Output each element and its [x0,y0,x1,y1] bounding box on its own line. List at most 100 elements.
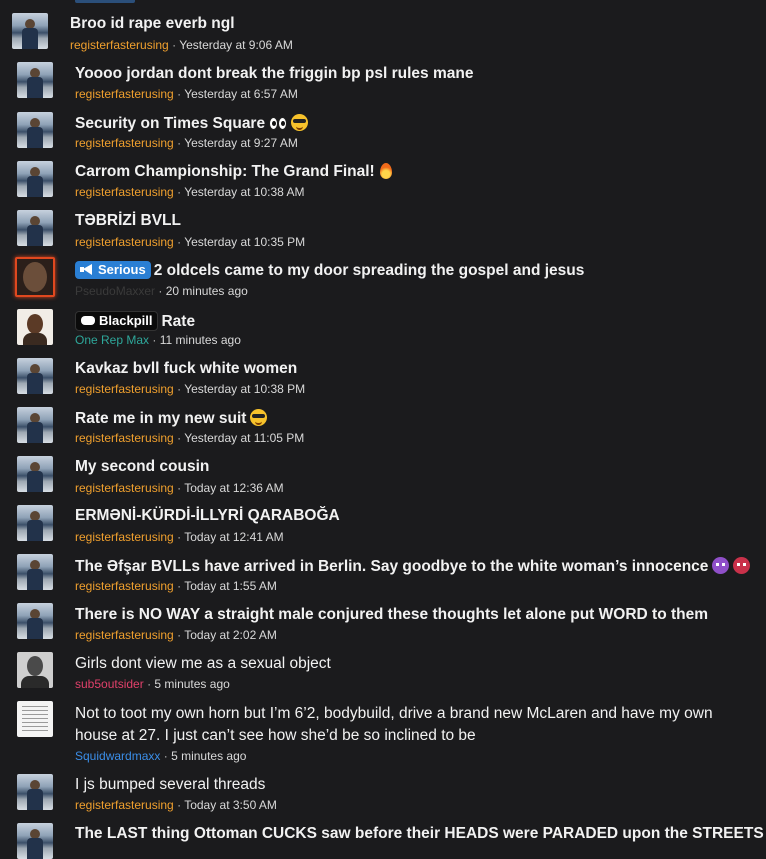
thread-title[interactable]: The LAST thing Ottoman CUCKS saw before … [75,825,764,843]
thread-title-wrap[interactable]: Security on Times Square [75,114,309,133]
separator: · [177,530,182,544]
eyes-emoji-icon [269,116,288,130]
thread-title-wrap[interactable]: Blackpill Rate [75,311,195,331]
thread-title-wrap[interactable]: The Əfşar BVLLs have arrived in Berlin. … [75,557,751,576]
thread-author[interactable]: registerfasterusing [75,382,174,396]
thread-time[interactable]: 5 minutes ago [154,677,229,691]
thread-meta: registerfasterusing · Today at 12:36 AM [75,481,284,495]
separator: · [177,431,182,445]
thread-title[interactable]: 2 oldcels came to my door spreading the … [154,262,585,279]
avatar[interactable] [17,505,53,541]
thread-time[interactable]: Today at 1:55 AM [184,579,277,593]
thread-title[interactable]: ERMƏNİ-KÜRDİ-İLLYRİ QARABOĞA [75,507,340,525]
thread-time[interactable]: Yesterday at 10:38 AM [184,185,304,199]
thread-author[interactable]: registerfasterusing [75,87,174,101]
thread-title[interactable]: Broo id rape everb ngl [70,15,235,33]
megaphone-icon [80,264,94,275]
thread-title[interactable]: Not to toot my own horn but I’m 6’2, bod… [75,703,755,747]
thread-author[interactable]: registerfasterusing [75,798,174,812]
thread-time[interactable]: 11 minutes ago [160,333,241,347]
sunglasses-emoji-icon [250,409,268,426]
avatar[interactable] [17,407,53,443]
thread-time[interactable]: Yesterday at 10:38 PM [184,382,305,396]
sunglasses-emoji-icon [291,114,309,131]
avatar[interactable] [12,13,48,49]
thread-title[interactable]: Kavkaz bvll fuck white women [75,360,297,378]
thread-title[interactable]: Girls dont view me as a sexual object [75,655,331,673]
avatar[interactable] [17,823,53,859]
thread-time[interactable]: Yesterday at 9:06 AM [179,38,293,52]
thread-title[interactable]: There is NO WAY a straight male conjured… [75,606,708,624]
separator: · [158,284,163,298]
avatar[interactable] [17,603,53,639]
avatar[interactable] [17,309,53,345]
thread-title-wrap[interactable]: Carrom Championship: The Grand Final! [75,163,392,181]
thread-author[interactable]: registerfasterusing [75,628,174,642]
thread-title-wrap[interactable]: Rate me in my new suit [75,409,268,428]
separator: · [177,628,182,642]
thread-meta: PseudoMaxxer · 20 minutes ago [75,284,248,298]
separator: · [177,382,182,396]
thread-meta: Squidwardmaxx · 5 minutes ago [75,749,246,763]
thread-title[interactable]: Rate [161,313,195,330]
thread-author[interactable]: registerfasterusing [75,579,174,593]
thread-title[interactable]: My second cousin [75,458,209,476]
thread-time[interactable]: Today at 12:41 AM [184,530,283,544]
avatar[interactable] [17,358,53,394]
thread-time[interactable]: Today at 12:36 AM [184,481,283,495]
avatar[interactable] [17,161,53,197]
thread-author[interactable]: registerfasterusing [75,235,174,249]
thread-time[interactable]: Yesterday at 11:05 PM [184,431,304,445]
thread-time[interactable]: 20 minutes ago [166,284,248,298]
thread-time[interactable]: Yesterday at 9:27 AM [184,136,298,150]
thread-author[interactable]: One Rep Max [75,333,149,347]
thread-author[interactable]: Squidwardmaxx [75,749,160,763]
thread-time[interactable]: 5 minutes ago [171,749,246,763]
thread-time[interactable]: Today at 3:50 AM [184,798,277,812]
thread-author[interactable]: registerfasterusing [70,38,169,52]
thread-title[interactable]: Security on Times Square [75,115,265,132]
thread-author[interactable]: registerfasterusing [75,136,174,150]
thread-time[interactable]: Today at 2:02 AM [184,628,277,642]
avatar[interactable] [17,701,53,737]
thread-author[interactable]: registerfasterusing [75,431,174,445]
prefix-badge-blackpill[interactable]: Blackpill [75,311,159,331]
gamepad-icon [81,316,95,325]
thread-title-wrap[interactable]: Serious 2 oldcels came to my door spreadi… [75,261,584,280]
separator: · [152,333,157,347]
avatar[interactable] [17,456,53,492]
separator: · [177,481,182,495]
thread-title[interactable]: Carrom Championship: The Grand Final! [75,163,375,180]
thread-time[interactable]: Yesterday at 10:35 PM [184,235,305,249]
avatar[interactable] [17,210,53,246]
separator: · [177,136,182,150]
thread-author[interactable]: registerfasterusing [75,530,174,544]
thread-title[interactable]: TƏBRİZİ BVLL [75,212,181,230]
thread-title[interactable]: Yoooo jordan dont break the friggin bp p… [75,65,473,83]
thread-title[interactable]: Rate me in my new suit [75,410,246,427]
thread-title[interactable]: I js bumped several threads [75,776,265,794]
thread-author[interactable]: registerfasterusing [75,481,174,495]
thread-author[interactable]: PseudoMaxxer [75,284,155,298]
thread-title[interactable]: The Əfşar BVLLs have arrived in Berlin. … [75,558,708,575]
avatar[interactable] [17,554,53,590]
thread-meta: sub5outsider · 5 minutes ago [75,677,230,691]
avatar[interactable] [15,257,55,297]
thread-meta: One Rep Max · 11 minutes ago [75,333,241,347]
separator: · [177,798,182,812]
prefix-badge-serious[interactable]: Serious [75,261,151,279]
thread-time[interactable]: Yesterday at 6:57 AM [184,87,298,101]
thread-meta: registerfasterusing · Yesterday at 6:57 … [75,87,298,101]
thread-author[interactable]: registerfasterusing [75,185,174,199]
separator: · [172,38,177,52]
fire-emoji-icon [379,163,392,179]
avatar[interactable] [17,652,53,688]
separator: · [177,185,182,199]
separator: · [177,87,182,101]
thread-meta: registerfasterusing · Today at 12:41 AM [75,530,284,544]
thread-author[interactable]: sub5outsider [75,677,144,691]
avatar[interactable] [17,62,53,98]
avatar[interactable] [17,774,53,810]
thread-meta: registerfasterusing · Yesterday at 10:38… [75,382,305,396]
avatar[interactable] [17,112,53,148]
